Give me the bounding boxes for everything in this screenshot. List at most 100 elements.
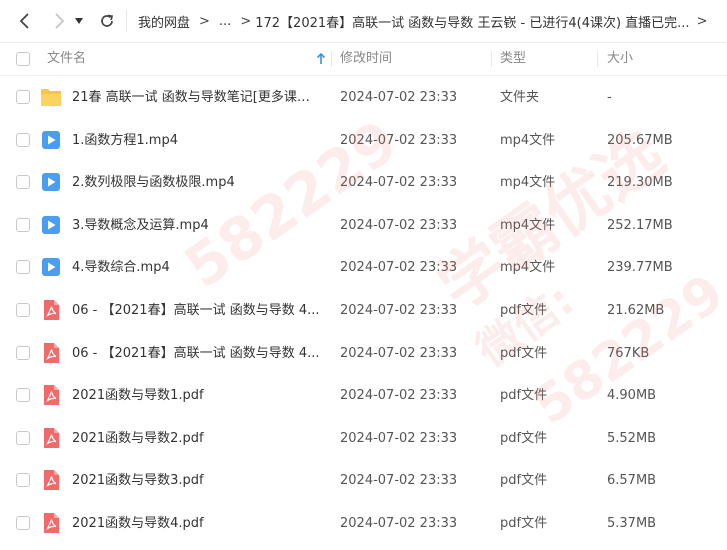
file-name[interactable]: 2021函数与导数4.pdf [72,502,322,545]
file-type: pdf文件 [500,388,548,404]
file-type: mp4文件 [500,217,556,233]
breadcrumb-root[interactable]: 我的网盘 [138,12,190,31]
column-header-type[interactable]: 类型 [500,43,526,75]
file-name[interactable]: 4.导数综合.mp4 [72,246,322,289]
file-modified-time: 2024-07-02 23:33 [340,345,458,361]
file-name[interactable]: 21春 高联一试 函数与导数笔记[更多课程... [72,76,322,119]
file-size: 6.57MB [607,473,657,489]
file-size: 4.90MB [607,388,657,404]
refresh-button[interactable] [94,8,120,34]
file-row[interactable]: 2021函数与导数2.pdf 2024-07-02 23:33 pdf文件 5.52M… [0,417,727,460]
breadcrumb-more-icon[interactable]: > [697,14,708,29]
file-type: pdf文件 [500,430,548,446]
chevron-left-icon [19,13,29,29]
video-icon [40,171,62,193]
row-checkbox[interactable] [16,260,30,275]
column-header-time[interactable]: 修改时间 [340,43,392,75]
file-type: pdf文件 [500,303,548,318]
sort-ascending-icon[interactable] [316,53,326,65]
file-row[interactable]: 06 - 【2021春】高联一试 函数与导数 4... 2024-07-02 23… [0,289,727,332]
file-name[interactable]: 2021函数与导数3.pdf [72,459,322,502]
file-modified-time: 2024-07-02 23:33 [340,388,458,404]
file-row[interactable]: 3.导数概念及运算.mp4 2024-07-02 23:33 mp4文件 252.17… [0,204,727,247]
file-size: 239.77MB [607,260,673,276]
file-size: 252.17MB [607,217,673,233]
file-name[interactable]: 2021函数与导数2.pdf [72,417,322,460]
file-type: mp4文件 [500,175,556,191]
folder-icon [40,86,62,108]
file-row[interactable]: 2021函数与导数4.pdf 2024-07-02 23:33 pdf文件 5.37M… [0,502,727,545]
file-row[interactable]: 2021函数与导数3.pdf 2024-07-02 23:33 pdf文件 6.57M… [0,459,727,502]
select-all-checkbox[interactable] [16,52,30,66]
row-checkbox[interactable] [16,473,30,488]
column-divider [491,51,492,67]
video-icon [40,214,62,236]
pdf-icon [40,342,62,364]
row-checkbox[interactable] [16,90,30,104]
top-nav-bar: 我的网盘 > ... > 172【2021春】高联一试 函数与导数 王云嵚 - … [0,0,727,42]
file-modified-time: 2024-07-02 23:33 [340,132,458,148]
back-button[interactable] [12,8,38,34]
column-header-size[interactable]: 大小 [607,43,633,75]
file-modified-time: 2024-07-02 23:33 [340,217,458,233]
file-size: 767KB [607,345,650,361]
file-modified-time: 2024-07-02 23:33 [340,90,458,105]
file-name[interactable]: 2021函数与导数1.pdf [72,374,322,417]
file-modified-time: 2024-07-02 23:33 [340,430,458,446]
breadcrumb-current[interactable]: 172【2021春】高联一试 函数与导数 王云嵚 - 已进行4(4课次) 直播已… [255,12,689,31]
file-row[interactable]: 2.数列极限与函数极限.mp4 2024-07-02 23:33 mp4文件 219.… [0,161,727,204]
row-checkbox[interactable] [16,217,30,232]
chevron-right-icon [55,13,65,29]
row-checkbox[interactable] [16,132,30,147]
file-name[interactable]: 06 - 【2021春】高联一试 函数与导数 4... [72,289,322,332]
file-modified-time: 2024-07-02 23:33 [340,473,458,489]
file-list-header: 文件名 修改时间 类型 大小 [0,42,727,76]
file-type: pdf文件 [500,345,548,361]
file-modified-time: 2024-07-02 23:33 [340,175,458,191]
row-checkbox[interactable] [16,303,30,317]
column-divider [331,51,332,67]
breadcrumb-separator-icon: > [240,13,252,29]
row-checkbox[interactable] [16,388,30,403]
file-size: 21.62MB [607,303,665,318]
forward-button[interactable] [46,8,72,34]
file-name[interactable]: 06 - 【2021春】高联一试 函数与导数 4... [72,332,322,375]
breadcrumb: 我的网盘 > ... > 172【2021春】高联一试 函数与导数 王云嵚 - … [138,0,716,42]
file-type: mp4文件 [500,132,556,148]
file-size: - [607,90,612,105]
file-row[interactable]: 4.导数综合.mp4 2024-07-02 23:33 mp4文件 239.77MB [0,246,727,289]
breadcrumb-ellipsis[interactable]: ... [219,14,231,29]
file-row[interactable]: 06 - 【2021春】高联一试 函数与导数 4... 2024-07-02 23… [0,332,727,375]
file-modified-time: 2024-07-02 23:33 [340,260,458,276]
row-checkbox[interactable] [16,516,30,530]
file-name[interactable]: 3.导数概念及运算.mp4 [72,204,322,247]
video-icon [40,129,62,151]
caret-down-icon [75,18,83,24]
file-type: pdf文件 [500,516,548,531]
file-name[interactable]: 1.函数方程1.mp4 [72,119,322,162]
column-header-name[interactable]: 文件名 [47,43,86,75]
history-dropdown-button[interactable] [70,8,88,34]
refresh-icon [101,14,114,27]
pdf-icon [40,427,62,449]
pdf-icon [40,299,62,321]
file-row[interactable]: 2021函数与导数1.pdf 2024-07-02 23:33 pdf文件 4.90M… [0,374,727,417]
file-row[interactable]: 1.函数方程1.mp4 2024-07-02 23:33 mp4文件 205.67MB [0,119,727,162]
column-divider [597,51,598,67]
nav-divider [126,10,127,32]
pdf-icon [40,469,62,491]
pdf-icon [40,384,62,406]
file-name[interactable]: 2.数列极限与函数极限.mp4 [72,161,322,204]
file-size: 5.37MB [607,516,657,531]
row-checkbox[interactable] [16,175,30,190]
row-checkbox[interactable] [16,430,30,445]
file-modified-time: 2024-07-02 23:33 [340,516,458,531]
file-row[interactable]: 21春 高联一试 函数与导数笔记[更多课程... 2024-07-02 23:33… [0,76,727,119]
row-checkbox[interactable] [16,345,30,360]
file-modified-time: 2024-07-02 23:33 [340,303,458,318]
file-size: 5.52MB [607,430,657,446]
video-icon [40,256,62,278]
file-size: 219.30MB [607,175,673,191]
file-type: pdf文件 [500,473,548,489]
file-type: 文件夹 [500,90,540,105]
